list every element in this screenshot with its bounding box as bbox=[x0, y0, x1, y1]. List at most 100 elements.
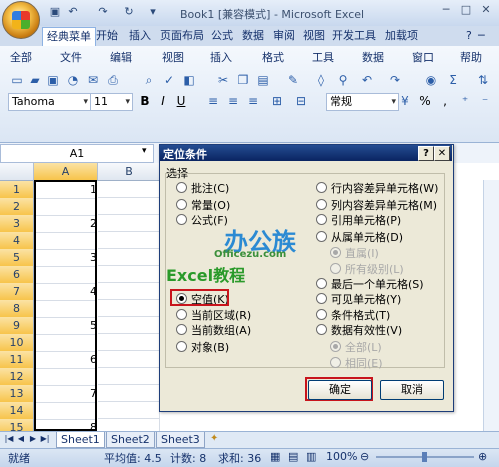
radio-leftopts-6[interactable] bbox=[176, 341, 188, 353]
prev-sheet-icon[interactable]: ◀ bbox=[16, 433, 26, 445]
next-sheet-icon[interactable]: ▶ bbox=[28, 433, 38, 445]
cell-b5[interactable] bbox=[98, 249, 160, 266]
tab-addins[interactable]: 加载项 bbox=[381, 27, 422, 45]
sort-icon[interactable]: ⇅ bbox=[476, 73, 490, 87]
undo-icon[interactable]: ↶ bbox=[66, 5, 80, 19]
sheet-tab-sheet1[interactable]: Sheet1 bbox=[56, 432, 105, 448]
align-right-icon[interactable]: ≡ bbox=[246, 94, 260, 108]
cell-b14[interactable] bbox=[98, 402, 160, 419]
cell-b7[interactable] bbox=[98, 283, 160, 300]
tab-developer[interactable]: 开发工具 bbox=[328, 27, 380, 45]
redo-icon[interactable]: ↷ bbox=[388, 73, 402, 87]
row-header[interactable]: 6 bbox=[0, 266, 34, 284]
email-icon[interactable]: ✉ bbox=[86, 73, 100, 87]
option-label[interactable]: 列内容差异单元格(M) bbox=[331, 197, 437, 213]
cell-b1[interactable] bbox=[98, 181, 160, 198]
option-label[interactable]: 当前区域(R) bbox=[191, 307, 251, 323]
tab-formulas[interactable]: 公式 bbox=[207, 27, 237, 45]
menu-data[interactable]: 数据 bbox=[362, 49, 384, 65]
row-header[interactable]: 3 bbox=[0, 215, 34, 233]
permission-icon[interactable]: ◔ bbox=[66, 73, 80, 87]
option-label[interactable]: 最后一个单元格(S) bbox=[331, 276, 424, 292]
cut-icon[interactable]: ✂ bbox=[216, 73, 230, 87]
tab-insert[interactable]: 插入 bbox=[125, 27, 155, 45]
italic-button[interactable]: I bbox=[156, 94, 170, 108]
normal-view-icon[interactable]: ▦ bbox=[270, 450, 280, 463]
undo-icon[interactable]: ↶ bbox=[360, 73, 374, 87]
radio-rightopts-3[interactable] bbox=[316, 231, 328, 243]
maximize-button[interactable]: □ bbox=[458, 2, 474, 18]
dialog-help-button[interactable]: ? bbox=[418, 146, 434, 161]
save-icon[interactable]: ▣ bbox=[48, 5, 62, 19]
ok-button[interactable]: 确定 bbox=[308, 380, 372, 400]
close-window-button[interactable]: ✕ bbox=[478, 2, 494, 18]
option-label[interactable]: 引用单元格(P) bbox=[331, 212, 401, 228]
option-label[interactable]: 当前数组(A) bbox=[191, 322, 251, 338]
page-layout-view-icon[interactable]: ▤ bbox=[288, 450, 298, 463]
percent-button[interactable]: % bbox=[418, 94, 432, 108]
tab-home[interactable]: 开始 bbox=[92, 27, 122, 45]
cell-b11[interactable] bbox=[98, 351, 160, 368]
menu-help[interactable]: 帮助 bbox=[460, 49, 482, 65]
qat-dropdown-icon[interactable]: ▾ bbox=[146, 5, 160, 19]
radio-rightopts-6[interactable] bbox=[316, 278, 328, 290]
hyperlink-icon[interactable]: ◉ bbox=[424, 73, 438, 87]
menu-window[interactable]: 窗口 bbox=[412, 49, 434, 65]
wrap-icon[interactable]: ⊟ bbox=[294, 94, 308, 108]
print-icon[interactable]: ⎙ bbox=[106, 73, 120, 87]
copy-icon[interactable]: ❐ bbox=[236, 73, 250, 87]
tab-view[interactable]: 视图 bbox=[299, 27, 329, 45]
sheet-tab-sheet3[interactable]: Sheet3 bbox=[156, 432, 205, 448]
redo-icon[interactable]: ↷ bbox=[96, 5, 110, 19]
bold-button[interactable]: B bbox=[138, 94, 152, 108]
underline-button[interactable]: U bbox=[174, 94, 188, 108]
radio-rightopts-0[interactable] bbox=[316, 182, 328, 194]
cell-b12[interactable] bbox=[98, 368, 160, 385]
cell-b9[interactable] bbox=[98, 317, 160, 334]
office-button[interactable] bbox=[2, 1, 40, 39]
option-label[interactable]: 批注(C) bbox=[191, 180, 229, 196]
cell-b2[interactable] bbox=[98, 198, 160, 215]
cell-b10[interactable] bbox=[98, 334, 160, 351]
row-header[interactable]: 2 bbox=[0, 198, 34, 216]
radio-rightopts-7[interactable] bbox=[316, 293, 328, 305]
tab-review[interactable]: 审阅 bbox=[269, 27, 299, 45]
row-header[interactable]: 10 bbox=[0, 334, 34, 352]
cell-b13[interactable] bbox=[98, 385, 160, 402]
row-header[interactable]: 11 bbox=[0, 351, 34, 369]
paste-icon[interactable]: ▤ bbox=[256, 73, 270, 87]
save-icon[interactable]: ▣ bbox=[46, 73, 60, 87]
currency-icon[interactable]: ¥ bbox=[398, 94, 412, 108]
row-header[interactable]: 5 bbox=[0, 249, 34, 267]
font-size-field[interactable]: 11 ▾ bbox=[90, 93, 133, 111]
menu-view[interactable]: 视图 bbox=[162, 49, 184, 65]
column-header-b[interactable]: B bbox=[98, 163, 161, 181]
option-label[interactable]: 行内容差异单元格(W) bbox=[331, 180, 438, 196]
sheet-tab-sheet2[interactable]: Sheet2 bbox=[106, 432, 155, 448]
option-label[interactable]: 条件格式(T) bbox=[331, 307, 390, 323]
row-header[interactable]: 12 bbox=[0, 368, 34, 386]
select-all-corner[interactable] bbox=[0, 163, 34, 181]
zoom-in-icon[interactable]: ⊕ bbox=[478, 450, 487, 463]
option-label[interactable]: 从属单元格(D) bbox=[331, 229, 403, 245]
tab-data[interactable]: 数据 bbox=[238, 27, 268, 45]
row-header[interactable]: 9 bbox=[0, 317, 34, 335]
radio-rightopts-8[interactable] bbox=[316, 309, 328, 321]
option-label[interactable]: 对象(B) bbox=[191, 339, 229, 355]
menu-all[interactable]: 全部 bbox=[10, 49, 32, 65]
refresh-icon[interactable]: ↻ bbox=[122, 5, 136, 19]
cell-b4[interactable] bbox=[98, 232, 160, 249]
zoom-out-icon[interactable]: ⊖ bbox=[360, 450, 369, 463]
cell-b8[interactable] bbox=[98, 300, 160, 317]
vertical-scrollbar[interactable] bbox=[483, 180, 499, 431]
menu-edit[interactable]: 编辑 bbox=[110, 49, 132, 65]
comma-button[interactable]: , bbox=[438, 94, 452, 108]
zoom-slider-thumb[interactable] bbox=[422, 452, 427, 462]
last-sheet-icon[interactable]: ▶| bbox=[40, 433, 50, 445]
zoom-level[interactable]: 100% bbox=[326, 450, 357, 463]
name-box[interactable]: A1 bbox=[0, 144, 154, 163]
minimize-button[interactable]: ─ bbox=[438, 2, 454, 18]
research-icon[interactable]: ◧ bbox=[182, 73, 196, 87]
cell-b6[interactable] bbox=[98, 266, 160, 283]
cancel-button[interactable]: 取消 bbox=[380, 380, 444, 400]
